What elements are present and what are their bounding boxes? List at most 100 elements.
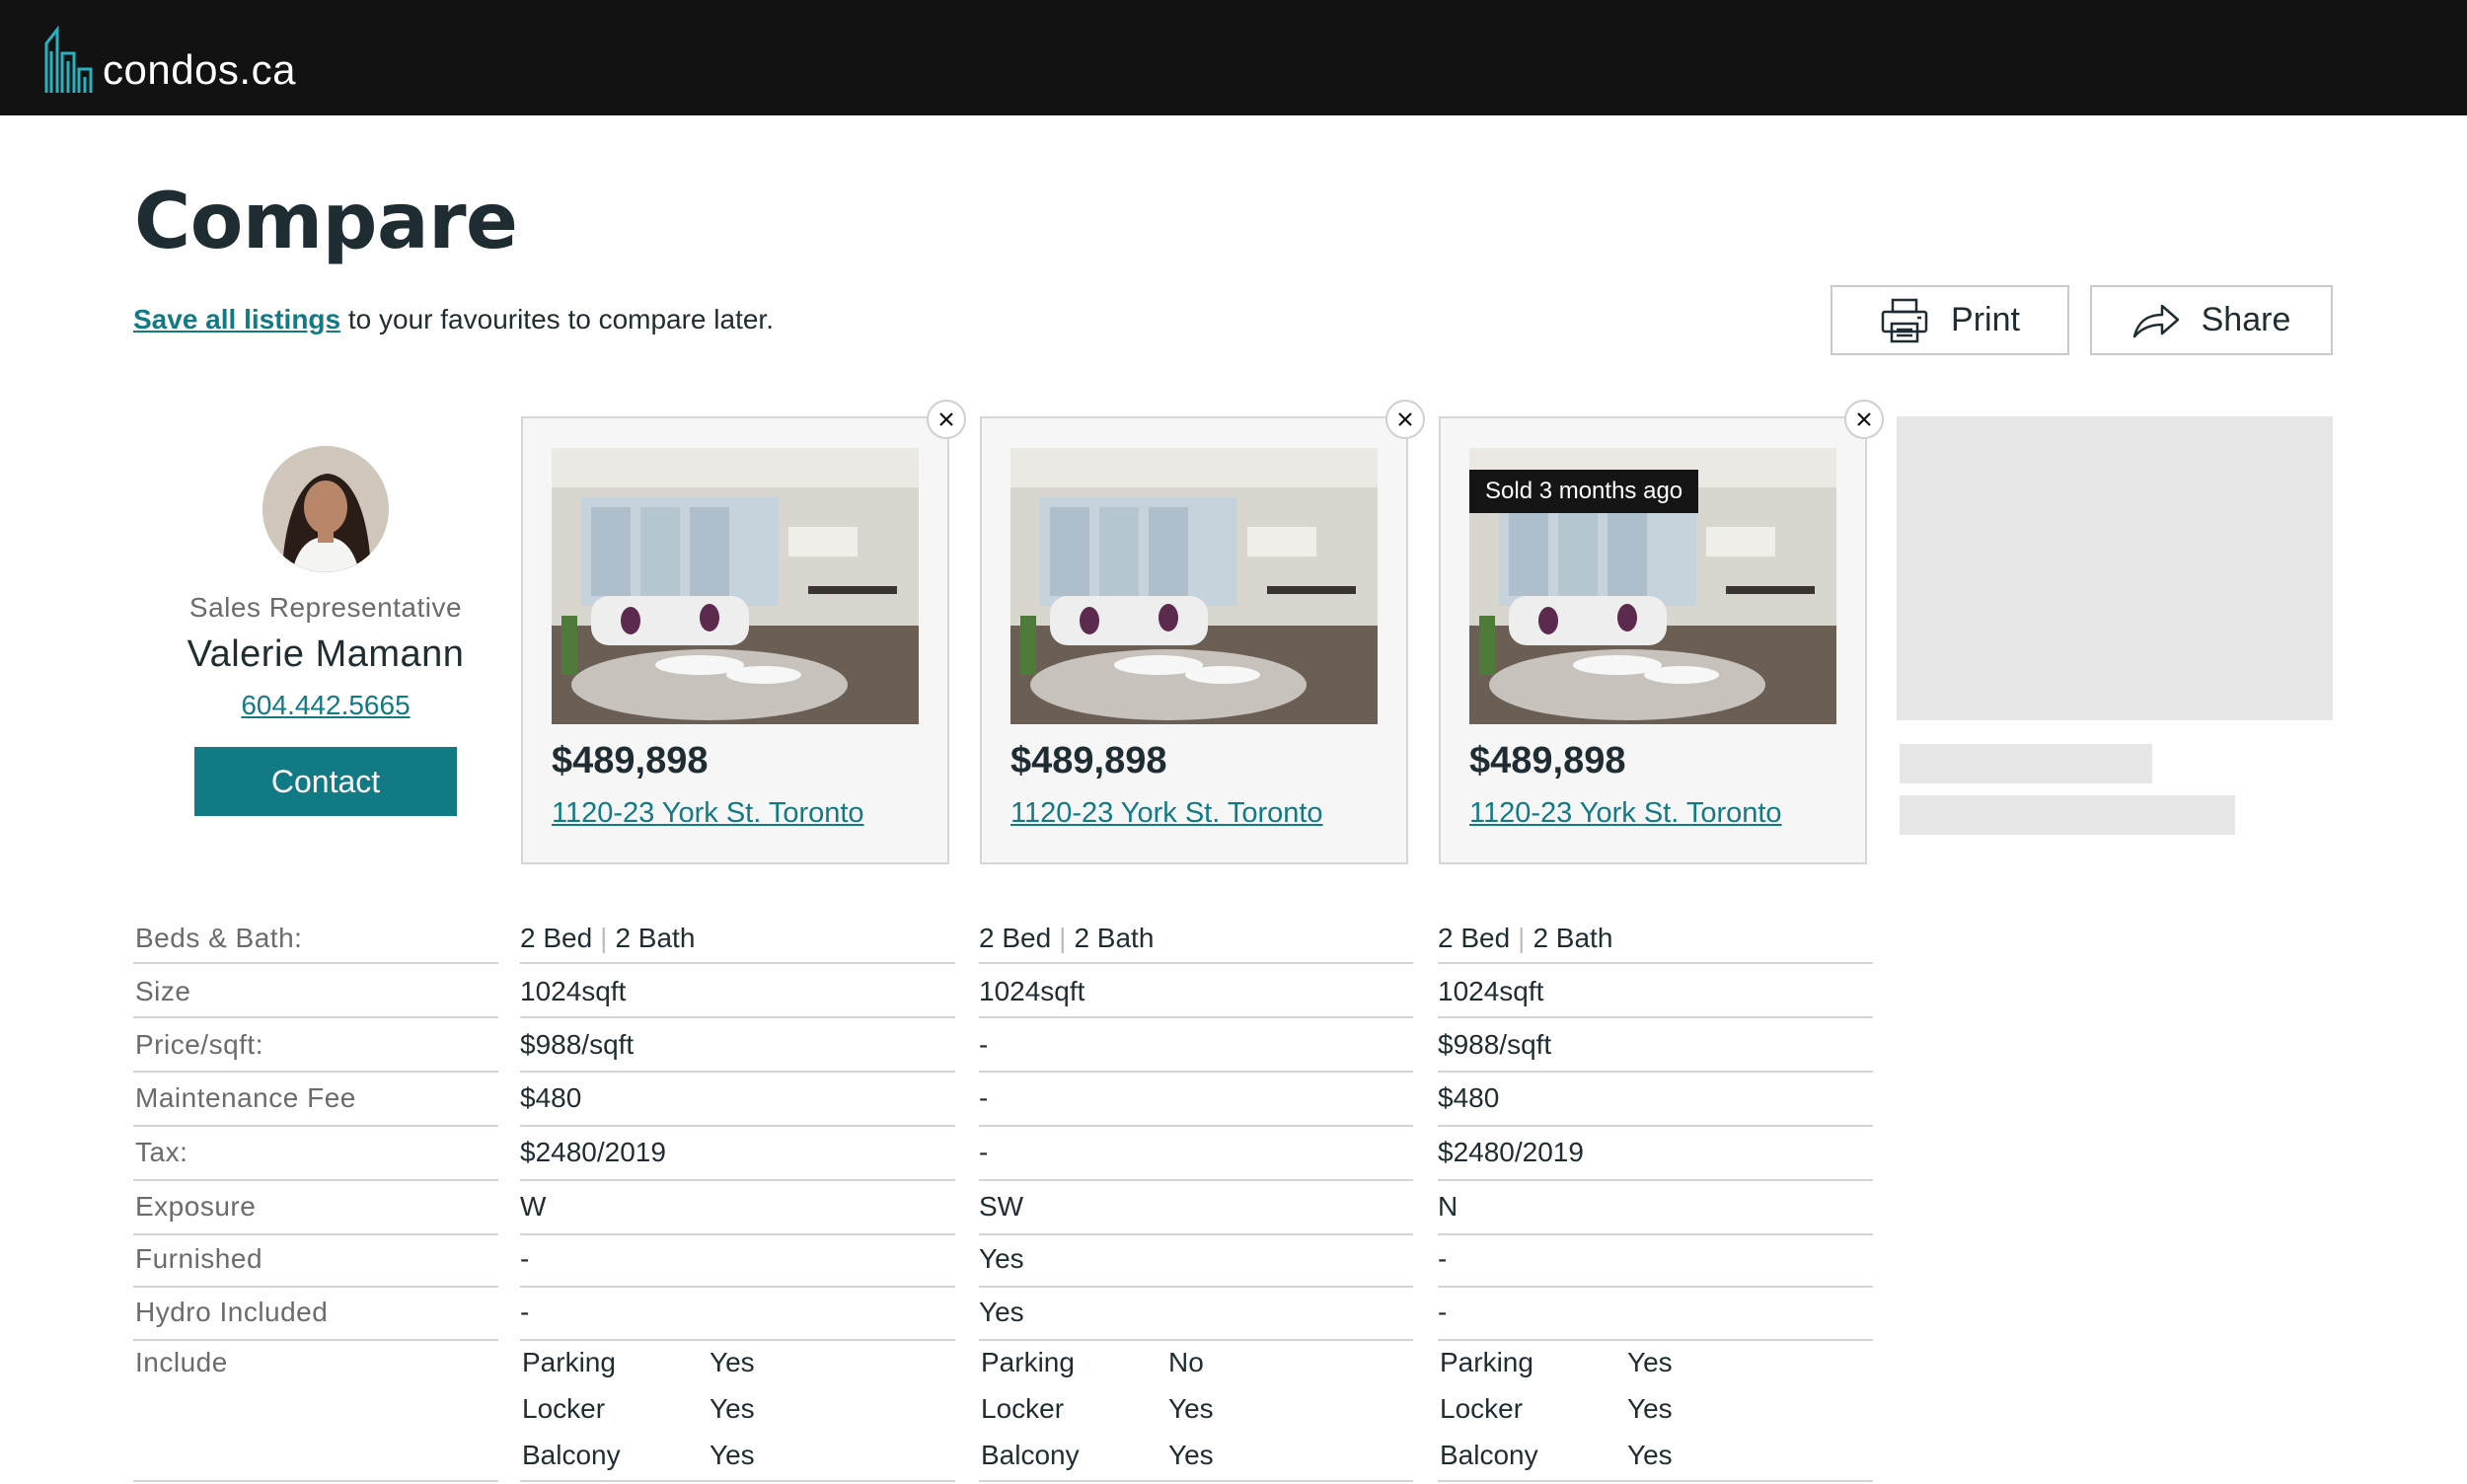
value-cell: Yes bbox=[979, 1243, 1024, 1274]
include-item-label: Parking bbox=[981, 1347, 1075, 1377]
row-divider bbox=[133, 1016, 498, 1018]
row-divider bbox=[1438, 1339, 1873, 1341]
share-arrow-icon bbox=[2132, 304, 2179, 337]
printer-icon bbox=[1881, 298, 1928, 342]
beds-value: 2 Bed bbox=[520, 923, 593, 953]
row-divider bbox=[979, 1071, 1413, 1073]
row-divider bbox=[979, 1286, 1413, 1288]
row-divider bbox=[520, 1480, 955, 1482]
value-cell: $480 bbox=[520, 1082, 582, 1113]
value-cell: $480 bbox=[1438, 1082, 1500, 1113]
row-divider bbox=[979, 1233, 1413, 1235]
row-divider bbox=[979, 1016, 1413, 1018]
remove-listing-button[interactable] bbox=[1385, 400, 1425, 439]
value-cell: - bbox=[1438, 1243, 1448, 1274]
row-label: Maintenance Fee bbox=[135, 1082, 356, 1113]
listing-address-link[interactable]: 1120-23 York St. Toronto bbox=[552, 797, 864, 830]
listing-address-link[interactable]: 1120-23 York St. Toronto bbox=[1469, 797, 1782, 830]
remove-listing-button[interactable] bbox=[927, 400, 966, 439]
listing-card[interactable]: Sold 3 months ago $489,898 1120-23 York … bbox=[1439, 400, 1884, 864]
row-label: Beds & Bath: bbox=[135, 923, 303, 953]
listing-photo[interactable]: Sold 3 months ago bbox=[1469, 448, 1836, 724]
row-divider bbox=[133, 1071, 498, 1073]
agent-avatar bbox=[262, 446, 389, 572]
row-divider bbox=[520, 1233, 955, 1235]
save-listings-prompt: Save all listings to your favourites to … bbox=[133, 304, 774, 335]
include-item-label: Parking bbox=[1440, 1347, 1533, 1377]
print-button[interactable]: Print bbox=[1831, 285, 2069, 355]
include-item-value: Yes bbox=[710, 1393, 755, 1424]
include-item-value: No bbox=[1168, 1347, 1204, 1377]
row-divider bbox=[979, 1480, 1413, 1482]
divider: | bbox=[600, 923, 608, 953]
site-logo[interactable]: condos.ca bbox=[43, 22, 296, 95]
agent-name: Valerie Mamann bbox=[187, 633, 465, 675]
top-navigation-bar: condos.ca bbox=[0, 0, 2467, 115]
value-cell: 1024sqft bbox=[979, 976, 1085, 1006]
save-all-listings-link[interactable]: Save all listings bbox=[133, 304, 340, 334]
listing-price: $489,898 bbox=[552, 740, 709, 781]
contact-button[interactable]: Contact bbox=[194, 747, 457, 816]
save-listings-text: to your favourites to compare later. bbox=[340, 304, 774, 334]
listing-photo[interactable] bbox=[1010, 448, 1378, 724]
row-divider bbox=[520, 962, 955, 964]
row-divider bbox=[1438, 1286, 1873, 1288]
site-logo-text: condos.ca bbox=[103, 46, 296, 93]
row-label: Hydro Included bbox=[135, 1297, 329, 1327]
row-divider bbox=[520, 1339, 955, 1341]
buildings-logo-icon bbox=[44, 26, 93, 93]
include-item-label: Balcony bbox=[1440, 1440, 1538, 1470]
row-divider bbox=[520, 1286, 955, 1288]
row-divider bbox=[979, 1179, 1413, 1181]
value-cell: 1024sqft bbox=[520, 976, 627, 1006]
listing-card[interactable]: $489,898 1120-23 York St. Toronto bbox=[521, 400, 966, 864]
include-item-value: Yes bbox=[710, 1440, 755, 1470]
share-label: Share bbox=[2201, 301, 2291, 338]
beds-bath-cell: 2 Bed | 2 Bath bbox=[520, 923, 695, 954]
value-cell: - bbox=[520, 1243, 530, 1274]
include-item-value: Yes bbox=[1627, 1393, 1673, 1424]
close-icon bbox=[1398, 412, 1412, 426]
share-button[interactable]: Share bbox=[2090, 285, 2333, 355]
value-cell: - bbox=[1438, 1297, 1448, 1327]
include-item-label: Locker bbox=[522, 1393, 606, 1424]
agent-phone-link[interactable]: 604.442.5665 bbox=[241, 690, 410, 721]
value-cell: 1024sqft bbox=[1438, 976, 1544, 1006]
sold-status-badge: Sold 3 months ago bbox=[1469, 470, 1699, 513]
include-item-label: Balcony bbox=[981, 1440, 1080, 1470]
listing-photo[interactable] bbox=[552, 448, 919, 724]
row-divider bbox=[979, 962, 1413, 964]
row-divider bbox=[1438, 1480, 1873, 1482]
beds-bath-cell: 2 Bed | 2 Bath bbox=[1438, 923, 1612, 954]
row-divider bbox=[1438, 962, 1873, 964]
row-divider bbox=[1438, 1071, 1873, 1073]
row-label: Price/sqft: bbox=[135, 1029, 263, 1060]
bath-value: 2 Bath bbox=[615, 923, 696, 953]
agent-role: Sales Representative bbox=[188, 592, 463, 623]
agent-panel: Sales Representative Valerie Mamann 604.… bbox=[133, 446, 518, 816]
close-icon bbox=[939, 412, 953, 426]
divider: | bbox=[1518, 923, 1526, 953]
include-item-value: Yes bbox=[710, 1347, 755, 1377]
include-item-label: Locker bbox=[981, 1393, 1065, 1424]
value-cell: N bbox=[1438, 1191, 1458, 1222]
remove-listing-button[interactable] bbox=[1844, 400, 1884, 439]
row-divider bbox=[1438, 1233, 1873, 1235]
row-label: Include bbox=[135, 1347, 228, 1377]
value-cell: Yes bbox=[979, 1297, 1024, 1327]
listing-price: $489,898 bbox=[1010, 740, 1167, 781]
row-divider bbox=[520, 1071, 955, 1073]
row-divider bbox=[520, 1125, 955, 1127]
listing-address-link[interactable]: 1120-23 York St. Toronto bbox=[1010, 797, 1323, 830]
beds-value: 2 Bed bbox=[979, 923, 1052, 953]
listing-card[interactable]: $489,898 1120-23 York St. Toronto bbox=[980, 400, 1425, 864]
bath-value: 2 Bath bbox=[1533, 923, 1613, 953]
row-label: Size bbox=[135, 976, 191, 1006]
row-divider bbox=[979, 1339, 1413, 1341]
page-title: Compare bbox=[134, 178, 518, 266]
value-cell: - bbox=[979, 1029, 989, 1060]
empty-slot-text-placeholder bbox=[1900, 795, 2235, 835]
value-cell: SW bbox=[979, 1191, 1024, 1222]
row-divider bbox=[1438, 1125, 1873, 1127]
bath-value: 2 Bath bbox=[1074, 923, 1155, 953]
